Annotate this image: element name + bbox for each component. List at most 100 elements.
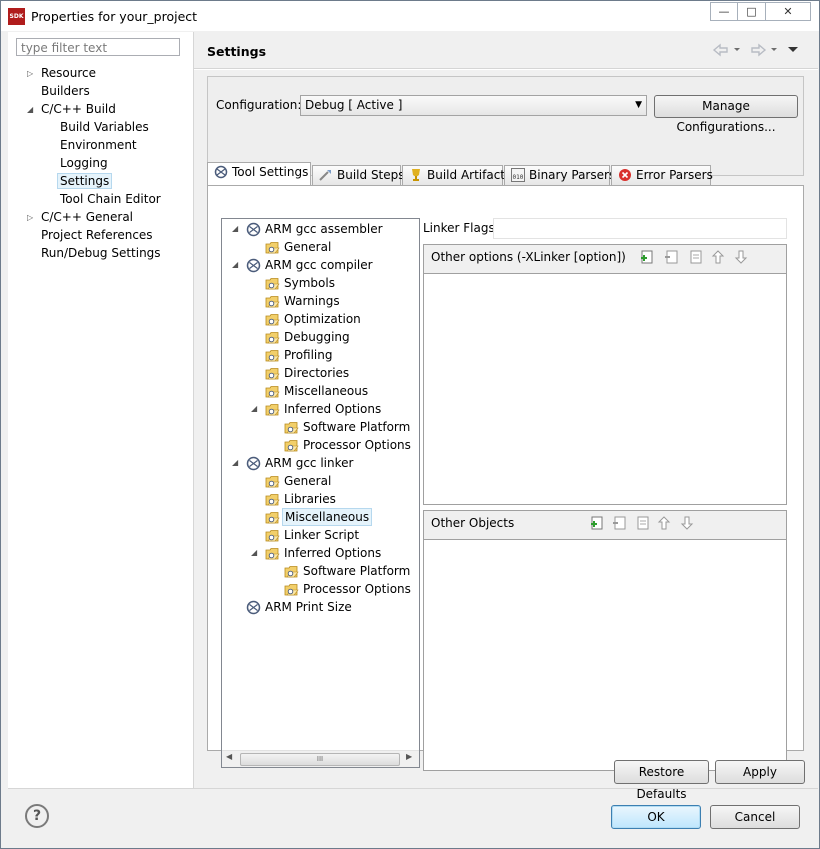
- dropdown-arrow-icon: ▼: [635, 100, 642, 110]
- page-title: Settings: [207, 44, 267, 59]
- tool-tree-item-label: Processor Options: [303, 582, 411, 596]
- expand-cpp-general-icon[interactable]: ▷: [27, 210, 33, 226]
- cancel-button[interactable]: Cancel: [710, 805, 800, 829]
- option-folder-icon: [284, 566, 299, 578]
- move-object-up-icon: [657, 516, 671, 530]
- nav-item-logging[interactable]: Logging: [60, 155, 108, 171]
- tool-tree-item-label: General: [284, 240, 332, 254]
- nav-item-cpp-build[interactable]: C/C++ Build: [41, 101, 116, 117]
- help-icon[interactable]: ?: [25, 804, 49, 828]
- nav-item-build-variables[interactable]: Build Variables: [60, 119, 149, 135]
- expand-resource-icon[interactable]: ▷: [27, 66, 33, 82]
- tool-icon: [246, 456, 261, 471]
- other-objects-list[interactable]: [424, 539, 786, 770]
- tool-tree-item-label: Miscellaneous: [282, 508, 373, 526]
- option-folder-icon: [265, 278, 280, 290]
- option-folder-icon: [284, 440, 299, 452]
- option-folder-icon: [265, 548, 280, 560]
- tab-error-parsers[interactable]: Error Parsers: [611, 165, 713, 185]
- scroll-left-icon[interactable]: ◀: [226, 752, 232, 761]
- horizontal-scrollbar[interactable]: ◀ III ▶: [222, 750, 419, 767]
- build-steps-icon: [319, 170, 331, 181]
- scroll-right-icon[interactable]: ▶: [406, 752, 412, 761]
- tab-tool-settings[interactable]: Tool Settings: [207, 162, 311, 185]
- nav-item-resource[interactable]: Resource: [41, 65, 96, 81]
- binary-icon: 010: [511, 168, 525, 182]
- tab-error-parsers-label: Error Parsers: [636, 168, 713, 182]
- nav-item-settings[interactable]: Settings: [57, 173, 113, 189]
- option-folder-icon: [265, 350, 280, 362]
- option-folder-icon: [284, 584, 299, 596]
- other-options-toolbar: [641, 250, 748, 264]
- sdk-app-icon: SDK: [8, 8, 25, 25]
- tool-tree-item-label: Software Platform: [303, 564, 411, 578]
- tab-build-steps[interactable]: Build Steps: [312, 165, 405, 185]
- tool-icon: [246, 258, 261, 273]
- linker-flags-input[interactable]: [493, 218, 787, 239]
- collapse-node-icon[interactable]: ◢: [251, 401, 257, 417]
- tool-tree-item-label: Miscellaneous: [284, 384, 369, 398]
- maximize-button[interactable]: □: [737, 2, 766, 21]
- manage-configurations-button[interactable]: Manage Configurations...: [654, 95, 798, 134]
- tool-icon: [246, 600, 261, 615]
- collapse-node-icon[interactable]: ◢: [232, 257, 238, 273]
- tool-icon: [246, 222, 261, 237]
- filter-input[interactable]: type filter text: [16, 38, 180, 56]
- other-objects-group: Other Objects: [423, 510, 787, 771]
- tool-tree-item-label: ARM gcc compiler: [265, 258, 373, 272]
- tool-tree-item-label: Directories: [284, 366, 350, 380]
- tool-tree-item-label: ARM gcc assembler: [265, 222, 383, 236]
- option-folder-icon: [265, 404, 280, 416]
- configuration-select[interactable]: Debug [ Active ] ▼: [300, 95, 647, 116]
- tab-build-artifact[interactable]: Build Artifact: [402, 165, 505, 185]
- tool-tree[interactable]: ◢ ARM gcc assembler General ◢ ARM gcc compil…: [221, 218, 420, 768]
- option-folder-icon: [265, 386, 280, 398]
- error-icon: [619, 169, 631, 181]
- move-object-down-icon: [680, 516, 694, 530]
- property-pages-pane: type filter text ▷ Resource Builders ◢ C…: [8, 32, 194, 788]
- tab-binary-parsers[interactable]: 010 Binary Parsers: [504, 165, 615, 185]
- nav-item-project-references[interactable]: Project References: [41, 227, 153, 243]
- option-folder-icon: [265, 494, 280, 506]
- collapse-node-icon[interactable]: ◢: [251, 545, 257, 561]
- tool-tree-item-label: Debugging: [284, 330, 350, 344]
- tool-tree-item-label: Linker Script: [284, 528, 360, 542]
- tool-tree-item-label: ARM gcc linker: [265, 456, 354, 470]
- ok-button[interactable]: OK: [611, 805, 701, 829]
- apply-button[interactable]: Apply: [715, 760, 805, 784]
- option-folder-icon: [265, 368, 280, 380]
- option-folder-icon: [265, 530, 280, 542]
- nav-item-cpp-general[interactable]: C/C++ General: [41, 209, 133, 225]
- window-title: Properties for your_project: [31, 9, 198, 24]
- tool-settings-panel: ◢ ARM gcc assembler General ◢ ARM gcc compil…: [207, 185, 804, 771]
- delete-object-icon: [613, 516, 626, 530]
- collapse-node-icon[interactable]: ◢: [232, 455, 238, 471]
- tool-tree-item-label: Software Platform: [303, 420, 411, 434]
- tool-tree-item-label: General: [284, 474, 332, 488]
- tool-tree-item-label: Processor Options: [303, 438, 411, 452]
- linker-flags-label: Linker Flags: [423, 221, 495, 235]
- configuration-label: Configuration:: [216, 98, 302, 112]
- close-button[interactable]: ✕: [765, 2, 811, 21]
- move-down-icon: [734, 250, 748, 264]
- minimize-button[interactable]: —: [710, 2, 738, 21]
- forward-arrow-icon: [751, 43, 767, 57]
- back-dropdown-icon: [734, 48, 740, 51]
- nav-item-run-debug-settings[interactable]: Run/Debug Settings: [41, 245, 161, 261]
- nav-item-builders[interactable]: Builders: [41, 83, 90, 99]
- nav-item-environment[interactable]: Environment: [60, 137, 137, 153]
- scroll-thumb[interactable]: III: [240, 753, 400, 766]
- history-nav-icons[interactable]: [712, 43, 802, 59]
- nav-item-tool-chain-editor[interactable]: Tool Chain Editor: [60, 191, 161, 207]
- collapse-node-icon[interactable]: ◢: [232, 221, 238, 237]
- other-options-list[interactable]: [424, 273, 786, 504]
- tool-tree-item-label: Warnings: [284, 294, 340, 308]
- tab-binary-parsers-label: Binary Parsers: [529, 168, 616, 182]
- restore-defaults-button[interactable]: Restore Defaults: [614, 760, 709, 801]
- move-up-icon: [711, 250, 725, 264]
- back-arrow-icon: [712, 43, 728, 57]
- trophy-icon: [412, 169, 420, 181]
- option-folder-icon: [284, 422, 299, 434]
- collapse-cpp-build-icon[interactable]: ◢: [27, 102, 33, 118]
- title-bar: SDK Properties for your_project — □ ✕: [1, 1, 819, 31]
